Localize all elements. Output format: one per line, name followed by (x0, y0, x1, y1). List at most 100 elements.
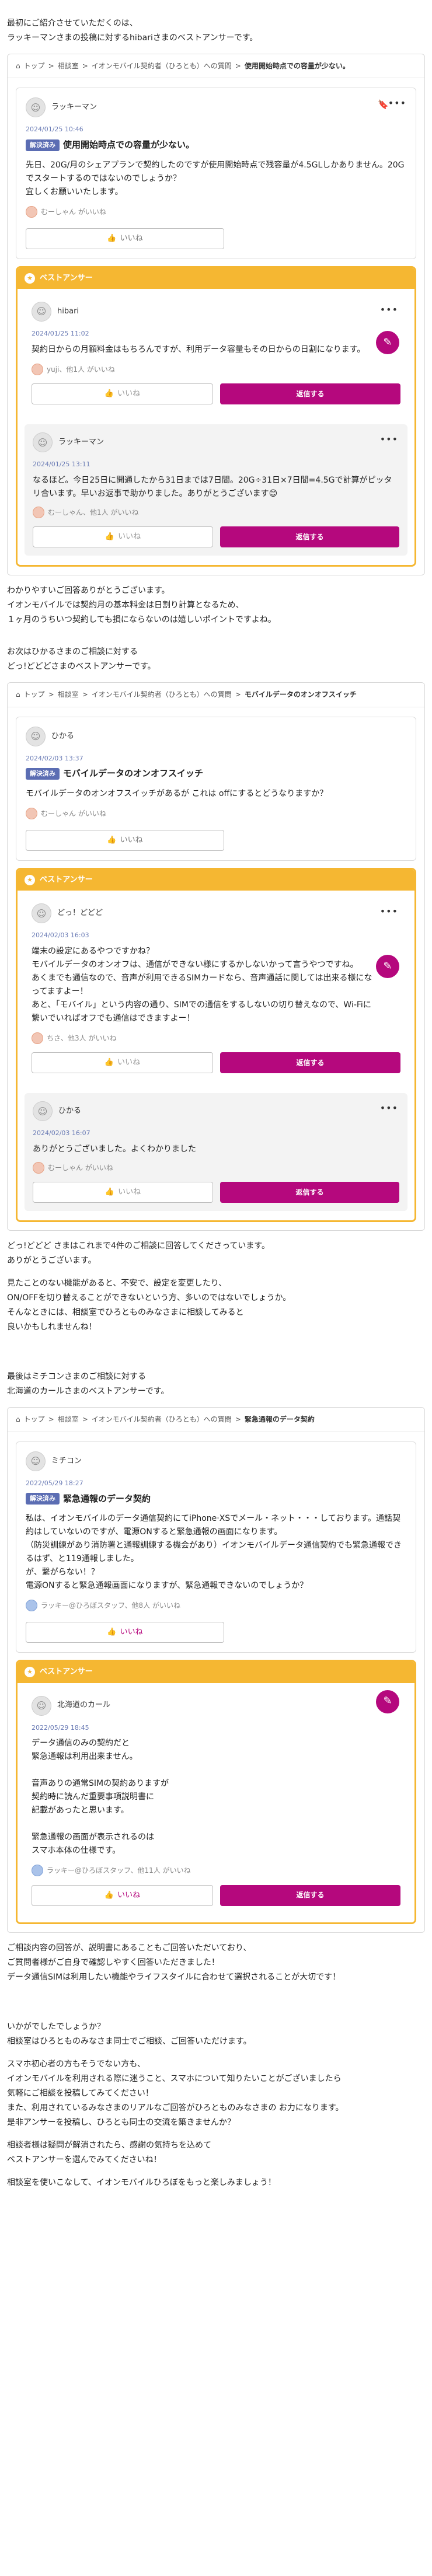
home-icon: ⌂ (16, 62, 20, 70)
user-name[interactable]: ラッキーマン (58, 436, 104, 449)
best-answer-label: ベストアンサー (40, 875, 93, 885)
answer-post: ☺ 北海道のカール ✎ 2022/05/29 18:45 データ通信のみの契約だと… (25, 1689, 407, 1913)
liker-avatar (26, 1600, 37, 1612)
more-icon[interactable]: ••• (380, 903, 398, 919)
like-button[interactable]: 👍 いいね (33, 526, 213, 548)
breadcrumb-current: 緊急通報のデータ契約 (244, 1415, 315, 1424)
question-post: ☺ ラッキーマン 🔖 ••• 2024/01/25 10:46 解決済み 使用開始時… (16, 88, 416, 259)
breadcrumb-link[interactable]: トップ (24, 62, 45, 70)
body-line: ON/OFFを切り替えることができないという方、多いのではないでしょうか。 (7, 1293, 291, 1303)
intro-line: 最初にご紹介させていただくのは、 (7, 19, 138, 28)
breadcrumb-link[interactable]: トップ (24, 690, 45, 699)
home-icon: ⌂ (16, 1415, 20, 1424)
avatar[interactable]: ☺ (33, 432, 53, 453)
reply-button[interactable]: 返信する (220, 526, 399, 548)
breadcrumb-link[interactable]: イオンモバイル契約者（ひろとも）への質問 (92, 62, 232, 70)
breadcrumb-link[interactable]: 相談室 (58, 690, 79, 699)
breadcrumb-link[interactable]: イオンモバイル契約者（ひろとも）への質問 (92, 690, 232, 699)
liker-avatar (33, 507, 44, 519)
avatar[interactable]: ☺ (32, 903, 51, 924)
solved-badge: 解決済み (26, 767, 60, 780)
compose-icon[interactable]: ✎ (376, 955, 399, 979)
reply-button[interactable]: 返信する (220, 383, 400, 405)
intro-line: 最後はミチコンさまのご相談に対する (7, 1372, 146, 1382)
avatar[interactable]: ☺ (33, 1101, 53, 1122)
user-name[interactable]: ラッキーマン (51, 101, 97, 114)
avatar[interactable]: ☺ (32, 1695, 51, 1716)
compose-icon[interactable]: ✎ (376, 1690, 399, 1713)
user-name[interactable]: hibari (57, 305, 79, 318)
breadcrumb-link[interactable]: イオンモバイル契約者（ひろとも）への質問 (92, 1415, 232, 1423)
intro-line: 北海道のカールさまのベストアンサーです。 (7, 1387, 169, 1397)
avatar[interactable]: ☺ (26, 726, 46, 746)
like-button[interactable]: 👍 いいね (32, 383, 213, 405)
avatar[interactable]: ☺ (26, 97, 46, 118)
body-line: そんなときには、相談室でひろとものみなさまに相談してみると (7, 1308, 244, 1318)
like-summary[interactable]: ラッキー@ひろぼスタッフ、他8人 がいいね (41, 1600, 180, 1611)
user-name[interactable]: 北海道のカール (57, 1699, 110, 1712)
user-name[interactable]: ひかる (58, 1105, 81, 1118)
bookmark-icon[interactable]: 🔖 (378, 97, 389, 113)
thumbs-up-icon: 👍 (107, 836, 117, 845)
avatar[interactable]: ☺ (32, 302, 51, 322)
breadcrumb-link[interactable]: 相談室 (58, 1415, 79, 1423)
body-line: 相談者様は疑問が解消されたら、感謝の気持ちを込めて (7, 2140, 211, 2150)
like-button[interactable]: 👍 いいね (33, 1182, 213, 1203)
question-post: ☺ ひかる 2024/02/03 13:37 解決済み モバイルデータのオンオフスイ… (16, 716, 416, 861)
more-icon[interactable]: ••• (388, 95, 406, 111)
body-line: ご質問者様がご自身で確認しやすく回答いただきました！ (7, 1957, 220, 1967)
solved-badge: 解決済み (26, 1493, 60, 1505)
question-post: ☺ ミチコン 2022/05/29 18:27 解決済み 緊急通報のデータ契約 私は… (16, 1441, 416, 1653)
like-summary[interactable]: むーしゃん、他1人 がいいね (48, 507, 138, 518)
body-line: ご相談内容の回答が、説明書にあることもご回答いただいており、 (7, 1943, 252, 1953)
best-answer-label: ベストアンサー (40, 273, 93, 282)
compose-icon[interactable]: ✎ (376, 331, 399, 355)
post-date: 2024/01/25 11:02 (32, 330, 89, 338)
reply-button[interactable]: 返信する (220, 1052, 400, 1074)
liker-avatar (33, 1162, 44, 1174)
breadcrumb-link[interactable]: 相談室 (58, 62, 79, 70)
user-name[interactable]: どっ！どどど (57, 907, 103, 920)
like-summary[interactable]: むーしゃん がいいね (41, 206, 106, 218)
more-icon[interactable]: ••• (380, 1100, 398, 1116)
thumbs-up-icon: 👍 (104, 1188, 115, 1197)
thumbs-up-icon: 👍 (104, 532, 115, 542)
breadcrumb-current: 使用開始時点での容量が少ない。 (244, 62, 350, 70)
answer-post: ☺ hibari ••• ✎ 2024/01/25 11:02 契約日からの月額料… (25, 295, 407, 411)
more-icon[interactable]: ••• (380, 302, 398, 317)
like-summary[interactable]: むーしゃん がいいね (48, 1162, 113, 1174)
breadcrumb: ⌂ トップ > 相談室 > イオンモバイル契約者（ひろとも）への質問 > 緊急通報のデータ契約 (8, 1408, 424, 1432)
user-name[interactable]: ミチコン (51, 1455, 82, 1468)
avatar[interactable]: ☺ (26, 1451, 46, 1471)
body-line: わかりやすいご回答ありがとうございます。 (7, 586, 170, 596)
best-answer-box: ★ ベストアンサー ☺ 北海道のカール ✎ 2022/05/29 18:45 データ… (16, 1660, 416, 1924)
like-button[interactable]: 👍 いいね (32, 1884, 213, 1906)
thumbs-up-icon: 👍 (104, 1058, 114, 1067)
more-icon[interactable]: ••• (380, 431, 398, 447)
like-button[interactable]: 👍 いいね (26, 830, 224, 851)
reply-button[interactable]: 返信する (220, 1182, 399, 1203)
star-icon: ★ (25, 875, 35, 886)
intro-line: どっ!どどどさまのベストアンサーです。 (7, 662, 156, 672)
body-line: いかがでしたでしょうか？ (7, 2022, 105, 2032)
home-icon: ⌂ (16, 690, 20, 699)
like-summary[interactable]: ちさ、他3人 がいいね (47, 1032, 116, 1044)
question-title: 解決済み 緊急通報のデータ契約 (26, 1492, 406, 1507)
body-line: イオンモバイルを利用される際に迷うこと、スマホについて知りたいことがございました… (7, 2074, 342, 2083)
breadcrumb-link[interactable]: トップ (24, 1415, 45, 1423)
like-summary[interactable]: むーしゃん がいいね (41, 808, 106, 819)
like-summary[interactable]: yuji、他1人 がいいね (47, 364, 115, 375)
body-line: イオンモバイルでは契約月の基本料金は日割り計算となるため、 (7, 601, 244, 610)
solved-badge: 解決済み (26, 139, 60, 151)
breadcrumb: ⌂ トップ > 相談室 > イオンモバイル契約者（ひろとも）への質問 > 使用開始時点での容量… (8, 54, 424, 79)
user-name[interactable]: ひかる (51, 730, 74, 743)
like-summary[interactable]: ラッキー@ひろぼスタッフ、他11人 がいいね (47, 1865, 191, 1876)
liker-avatar (32, 363, 43, 375)
body-line: 是非アンサーを投稿し、ひろとも同士の交流を築きませんか？ (7, 2117, 236, 2127)
like-button[interactable]: 👍 いいね (26, 1622, 224, 1643)
question-text: 私は、イオンモバイルのデータ通信契約にてiPhone·XSでメール・ネット・・・… (26, 1514, 402, 1591)
reply-button[interactable]: 返信する (220, 1884, 400, 1906)
answer-post: ☺ どっ！どどど ••• ✎ 2024/02/03 16:03 端末の設定にあるや… (25, 896, 407, 1080)
like-button[interactable]: 👍 いいね (26, 228, 224, 249)
like-button[interactable]: 👍 いいね (32, 1052, 213, 1074)
